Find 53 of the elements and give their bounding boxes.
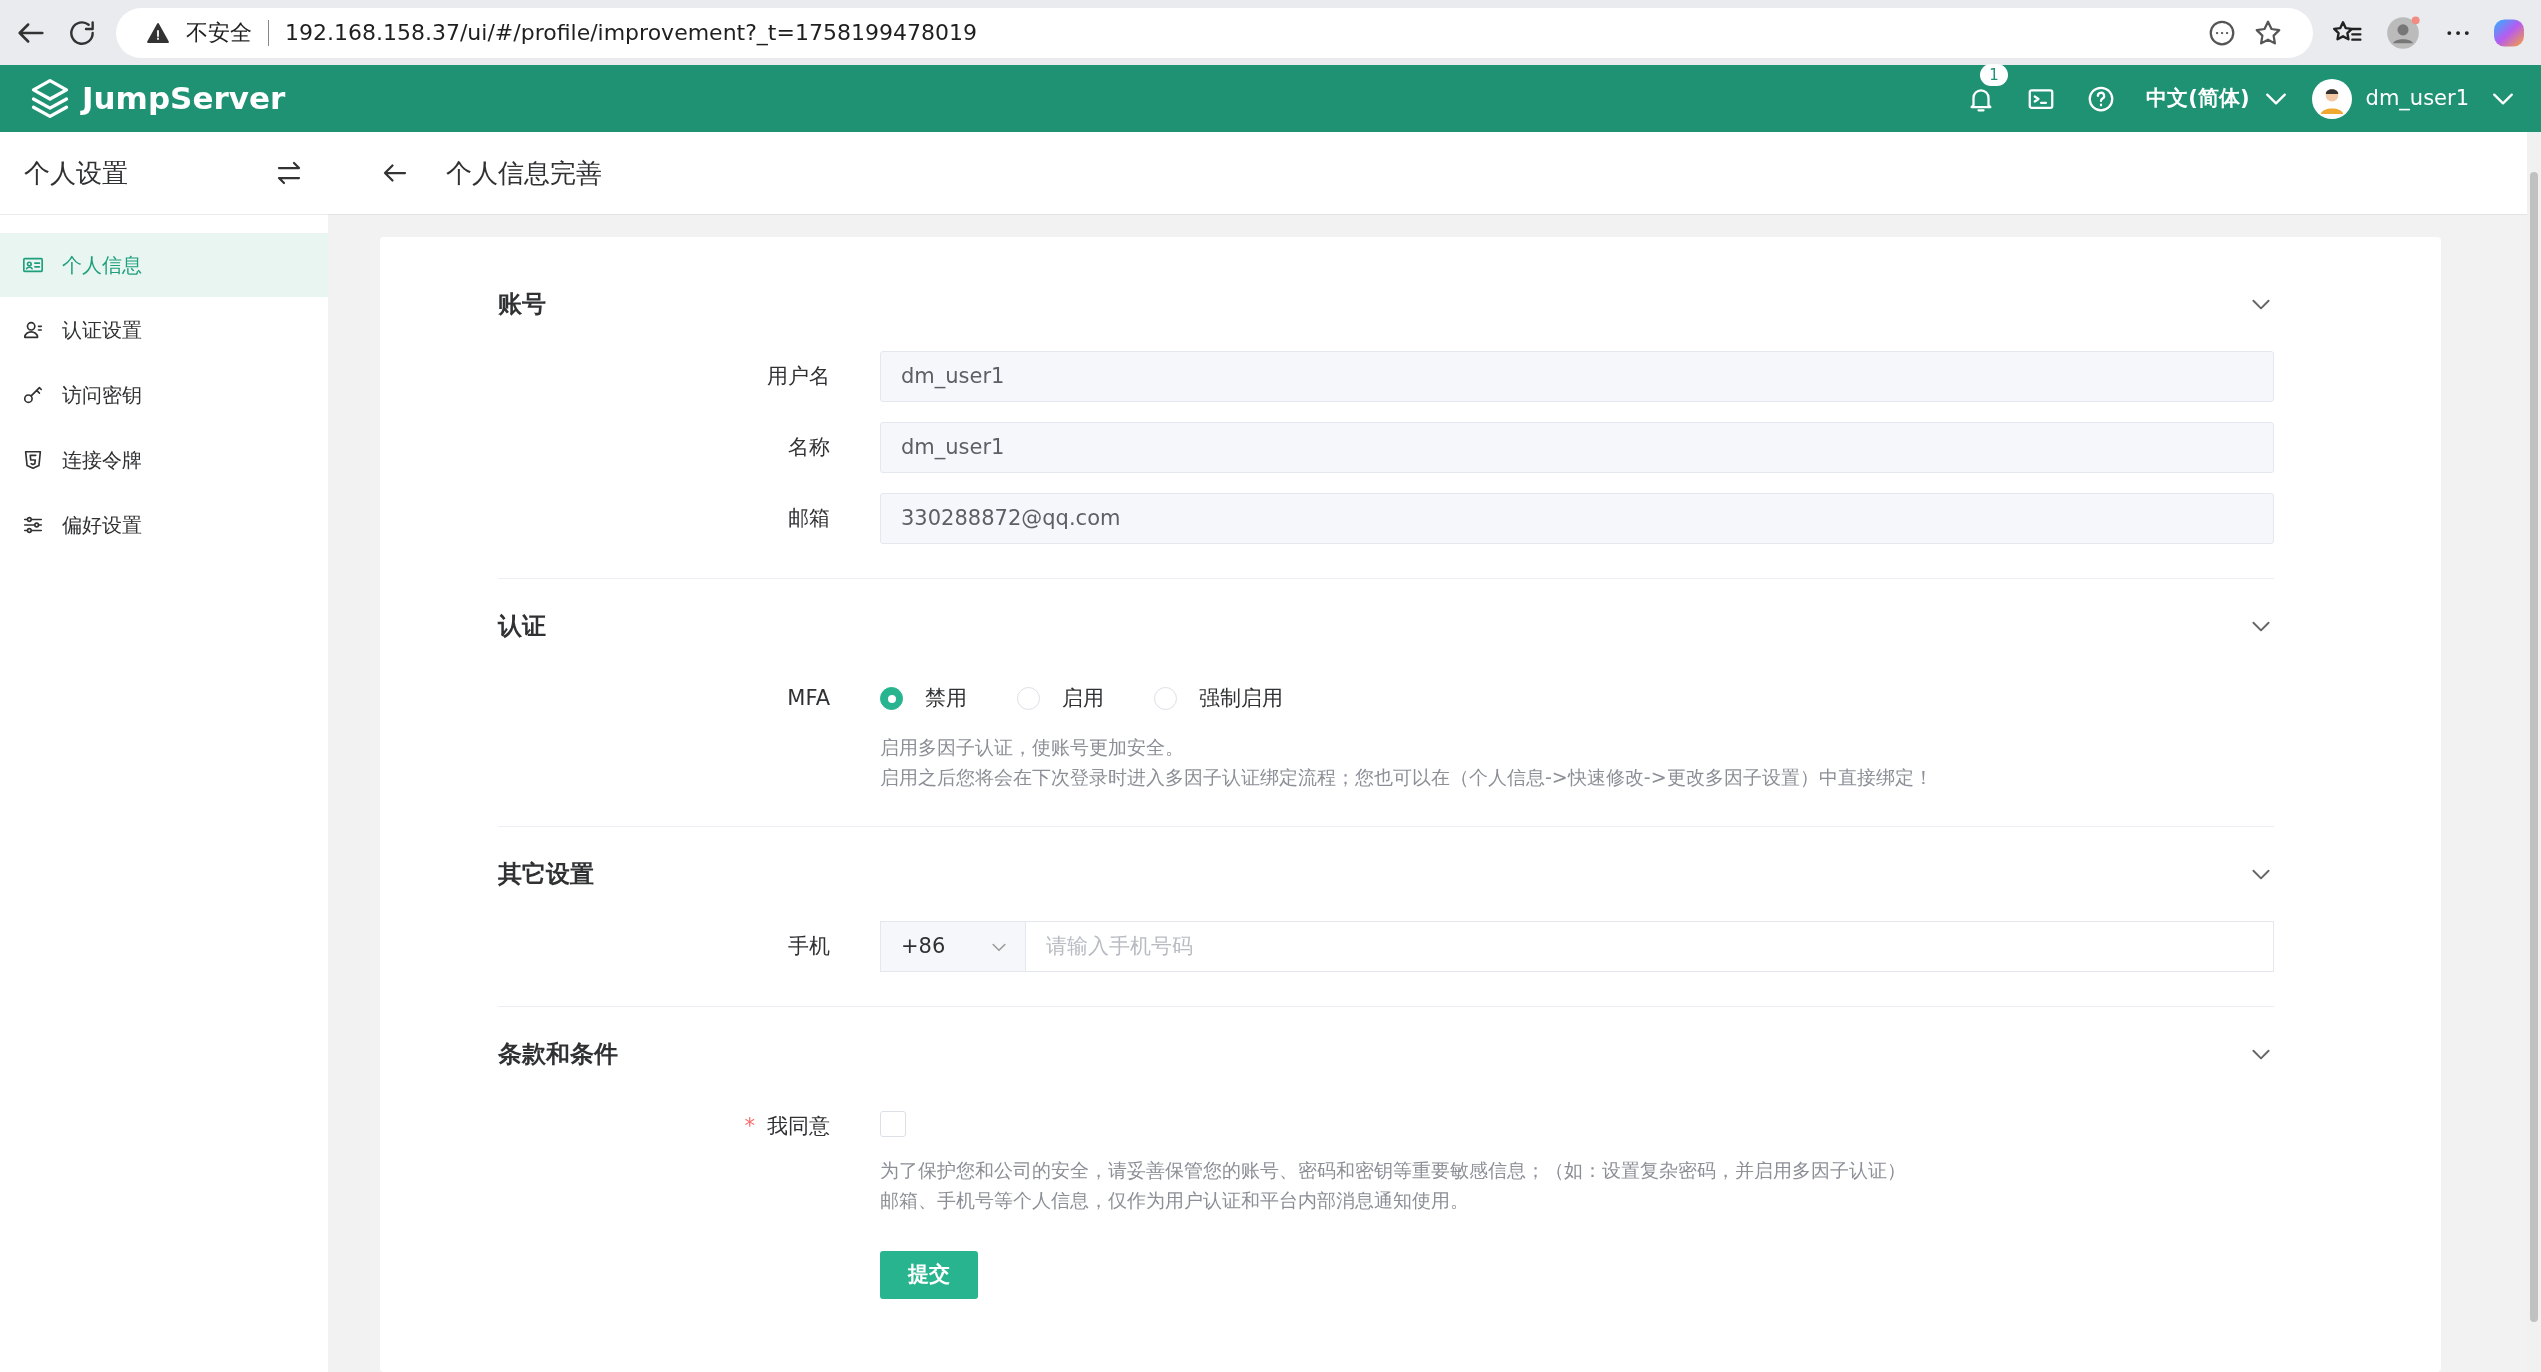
radio-option[interactable]: 禁用 xyxy=(880,682,967,715)
help-text: 启用之后您将会在下次登录时进入多因子认证绑定流程；您也可以在（个人信息->快速修改->更改多因子设置）中直接绑定！ xyxy=(880,765,1934,790)
user-name: dm_user1 xyxy=(2365,84,2469,113)
sidebar-item[interactable]: 连接令牌 xyxy=(0,428,328,492)
url-text: 192.168.158.37/ui/#/profile/improvement?_t=1758199478019 xyxy=(285,19,978,48)
input-field[interactable]: dm_user1 xyxy=(880,422,2274,473)
brand-name: JumpServer xyxy=(82,79,286,119)
country-code-select[interactable]: +86 xyxy=(880,921,1026,972)
warning-icon xyxy=(146,20,170,45)
language-menu[interactable]: 中文(简体) xyxy=(2146,82,2286,115)
chevron-down-icon xyxy=(2493,92,2513,105)
sidebar-title: 个人设置 xyxy=(24,156,128,190)
field-label: MFA xyxy=(787,686,830,710)
field-label: 邮箱 xyxy=(788,506,830,530)
sidebar-item[interactable]: 访问密钥 xyxy=(0,363,328,427)
security-label: 不安全 xyxy=(186,19,252,47)
radio-label: 禁用 xyxy=(925,684,967,712)
key-icon xyxy=(22,384,44,406)
help-text: 为了保护您和公司的安全，请妥善保管您的账号、密码和密钥等重要敏感信息；（如：设置复杂密码，并启用多因子认证） xyxy=(880,1158,1907,1183)
help-text: 启用多因子认证，使账号更加安全。 xyxy=(880,735,1185,760)
field-label: 用户名 xyxy=(767,364,830,388)
sidebar-item[interactable]: 认证设置 xyxy=(0,298,328,362)
scrollbar[interactable] xyxy=(2530,172,2538,1322)
user-menu[interactable]: dm_user1 xyxy=(2285,78,2513,119)
section-title: 认证 xyxy=(498,611,546,642)
checkbox[interactable] xyxy=(880,1111,906,1137)
section-title: 其它设置 xyxy=(498,859,594,890)
language-label: 中文(简体) xyxy=(2146,84,2250,112)
help-text: 邮箱、手机号等个人信息，仅作为用户认证和平台内部消息通知使用。 xyxy=(880,1188,1470,1213)
input-field[interactable]: dm_user1 xyxy=(880,351,2274,402)
sliders-icon xyxy=(22,514,44,536)
radio-button[interactable] xyxy=(880,687,903,710)
radio-label: 启用 xyxy=(1062,684,1104,712)
chevron-down-icon xyxy=(2265,92,2286,105)
notification-badge: 1 xyxy=(1980,63,2008,86)
page-title: 个人信息完善 xyxy=(446,156,602,190)
section-title: 条款和条件 xyxy=(498,1039,618,1070)
radio-label: 强制启用 xyxy=(1199,684,1283,712)
brand-logo[interactable]: JumpServer xyxy=(28,75,286,122)
radio-option[interactable]: 启用 xyxy=(1017,682,1104,715)
input-field[interactable]: 330288872@qq.com xyxy=(880,493,2274,544)
shield-icon xyxy=(22,449,44,471)
section-title: 账号 xyxy=(498,289,546,320)
field-label: 名称 xyxy=(788,435,830,459)
sidebar-item[interactable]: 偏好设置 xyxy=(0,493,328,557)
user-icon xyxy=(22,319,44,341)
phone-input[interactable]: 请输入手机号码 xyxy=(1026,921,2274,972)
required-mark: * xyxy=(744,1114,755,1138)
profile-icon[interactable] xyxy=(2384,13,2422,52)
radio-option[interactable]: 强制启用 xyxy=(1154,682,1283,715)
field-label: 我同意 xyxy=(767,1114,830,1138)
address-bar[interactable]: 不安全 192.168.158.37/ui/#/profile/improvement?_t=1758199478019 xyxy=(116,7,2313,58)
field-label: 手机 xyxy=(788,934,830,958)
